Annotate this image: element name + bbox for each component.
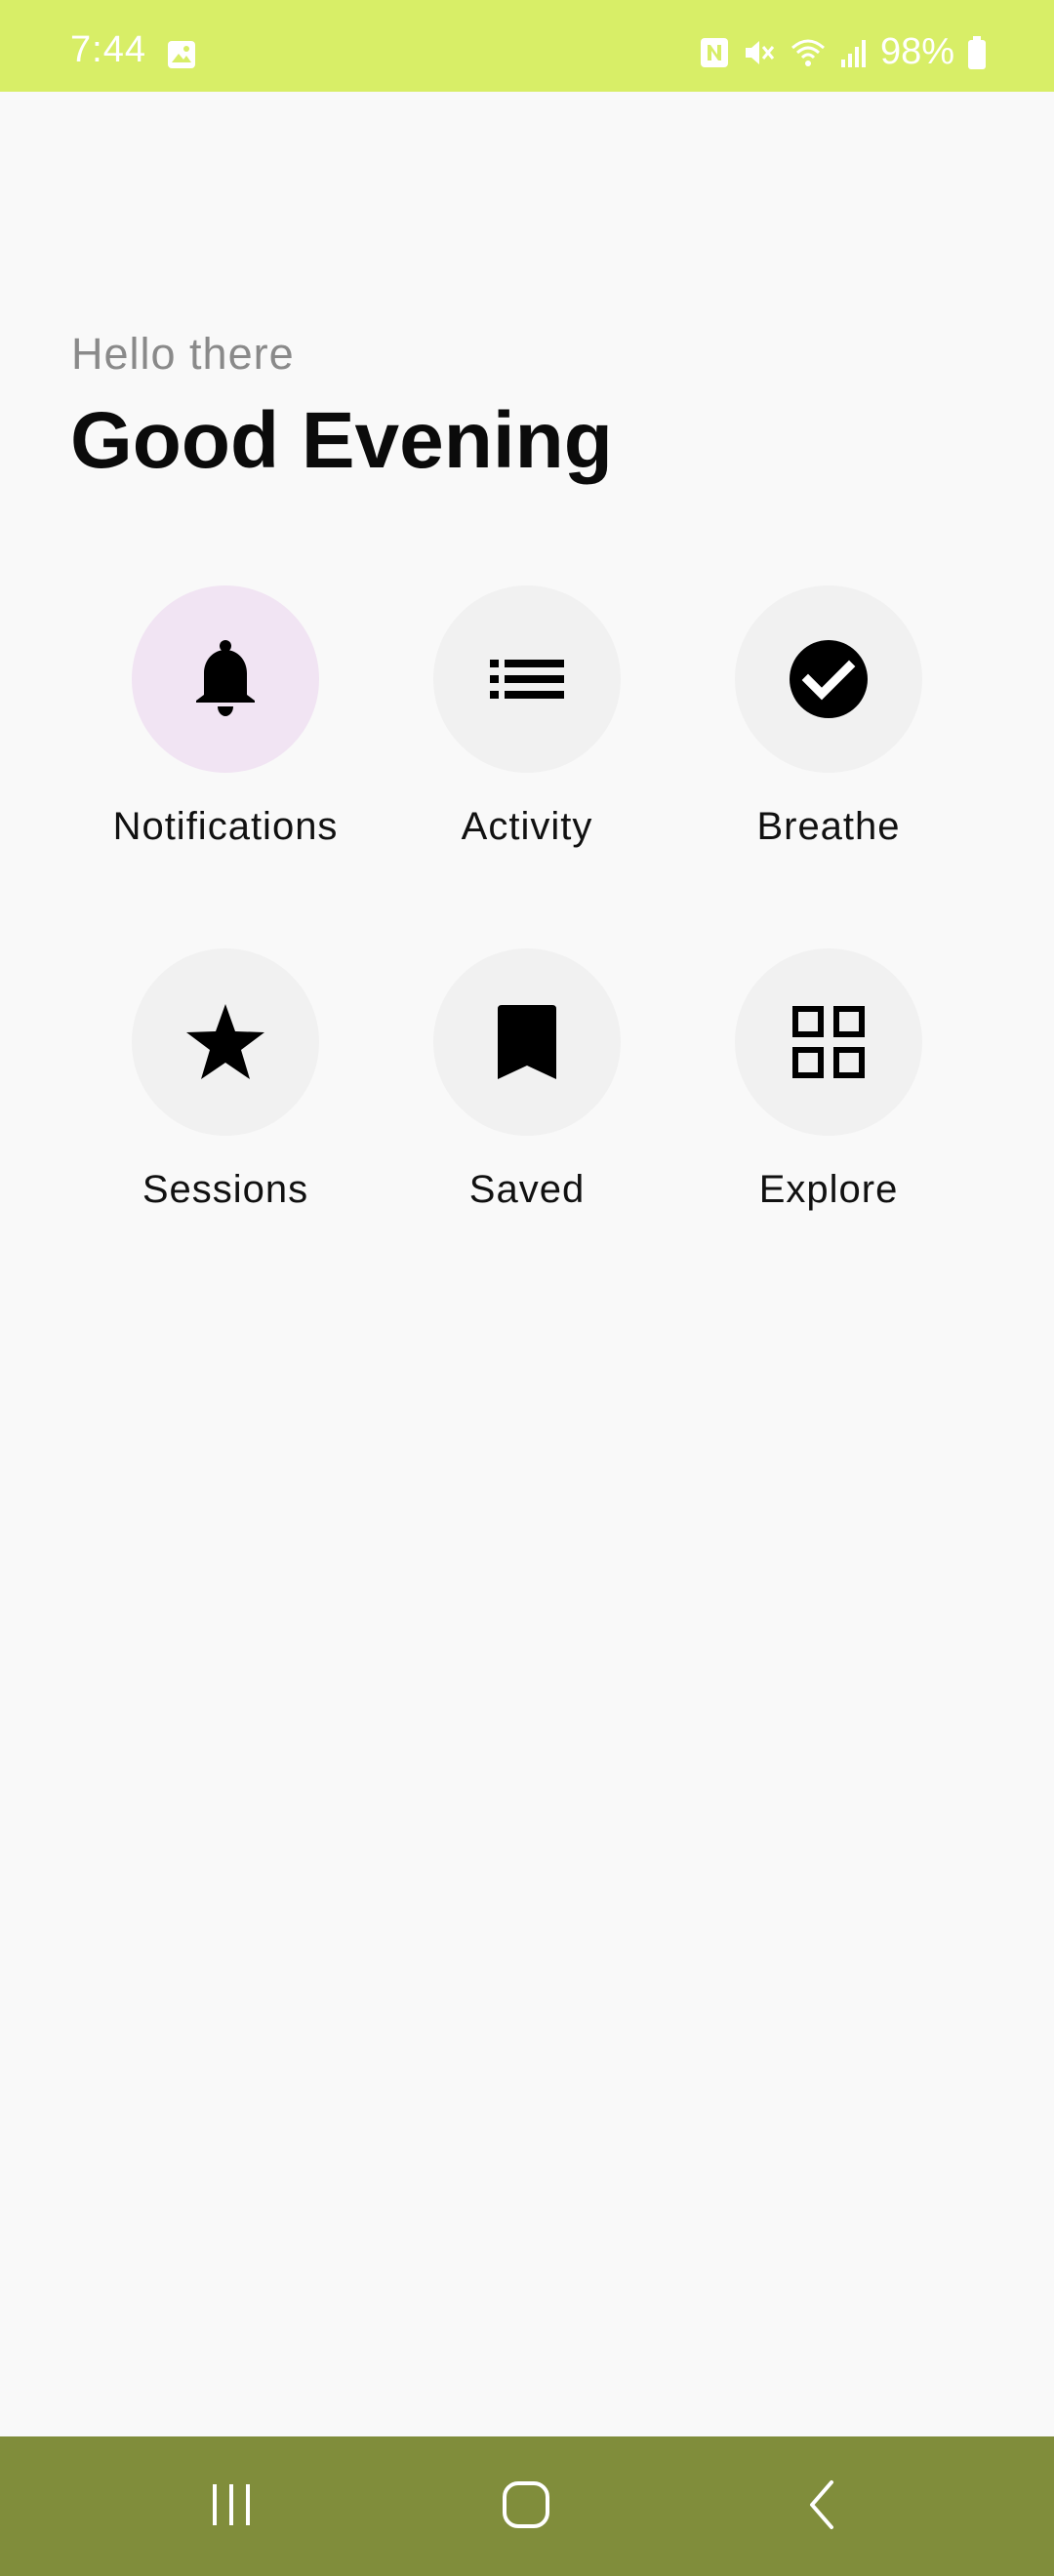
home-icon <box>503 2481 549 2528</box>
tile-icon-circle[interactable] <box>433 948 621 1136</box>
navigation-bar <box>0 2436 1054 2576</box>
battery-icon <box>968 35 986 69</box>
greeting-subtitle: Hello there <box>71 329 295 379</box>
tile-icon-circle[interactable] <box>132 585 319 773</box>
check-circle-icon <box>790 640 868 718</box>
bell-icon <box>196 640 255 716</box>
tile-icon-circle[interactable] <box>433 585 621 773</box>
tile-notifications[interactable]: Notifications <box>98 585 351 878</box>
tile-icon-circle[interactable] <box>735 585 922 773</box>
tile-icon-circle[interactable] <box>132 948 319 1136</box>
back-button[interactable] <box>773 2466 871 2544</box>
gallery-icon <box>168 41 195 68</box>
tile-explore[interactable]: Explore <box>701 948 954 1241</box>
recents-icon <box>213 2484 250 2525</box>
signal-icon <box>840 39 866 67</box>
status-bar: 7:44 98% <box>0 0 1054 92</box>
grid-icon <box>792 1006 865 1078</box>
tile-label: Explore <box>758 1168 899 1211</box>
tile-icon-circle[interactable] <box>735 948 922 1136</box>
tile-label: Activity <box>461 805 593 848</box>
tile-label: Notifications <box>112 805 339 848</box>
mute-icon <box>745 40 775 64</box>
back-icon <box>810 2480 833 2529</box>
recents-button[interactable] <box>182 2466 280 2544</box>
home-button[interactable] <box>477 2466 575 2544</box>
tile-activity[interactable]: Activity <box>399 585 653 878</box>
status-time: 7:44 <box>70 29 146 70</box>
battery-level: 98% <box>879 31 954 72</box>
wifi-icon <box>790 39 825 66</box>
bookmark-icon <box>498 1005 556 1079</box>
list-icon <box>490 660 564 699</box>
tile-label: Saved <box>468 1168 586 1211</box>
tile-breathe[interactable]: Breathe <box>701 585 954 878</box>
tile-saved[interactable]: Saved <box>399 948 653 1241</box>
tile-sessions[interactable]: Sessions <box>98 948 351 1241</box>
tile-label: Breathe <box>756 805 901 848</box>
nfc-icon <box>700 37 728 67</box>
page-title: Good Evening <box>70 396 613 485</box>
star-icon <box>186 1004 264 1079</box>
tile-label: Sessions <box>142 1168 309 1211</box>
status-icons: 98% <box>699 31 988 73</box>
